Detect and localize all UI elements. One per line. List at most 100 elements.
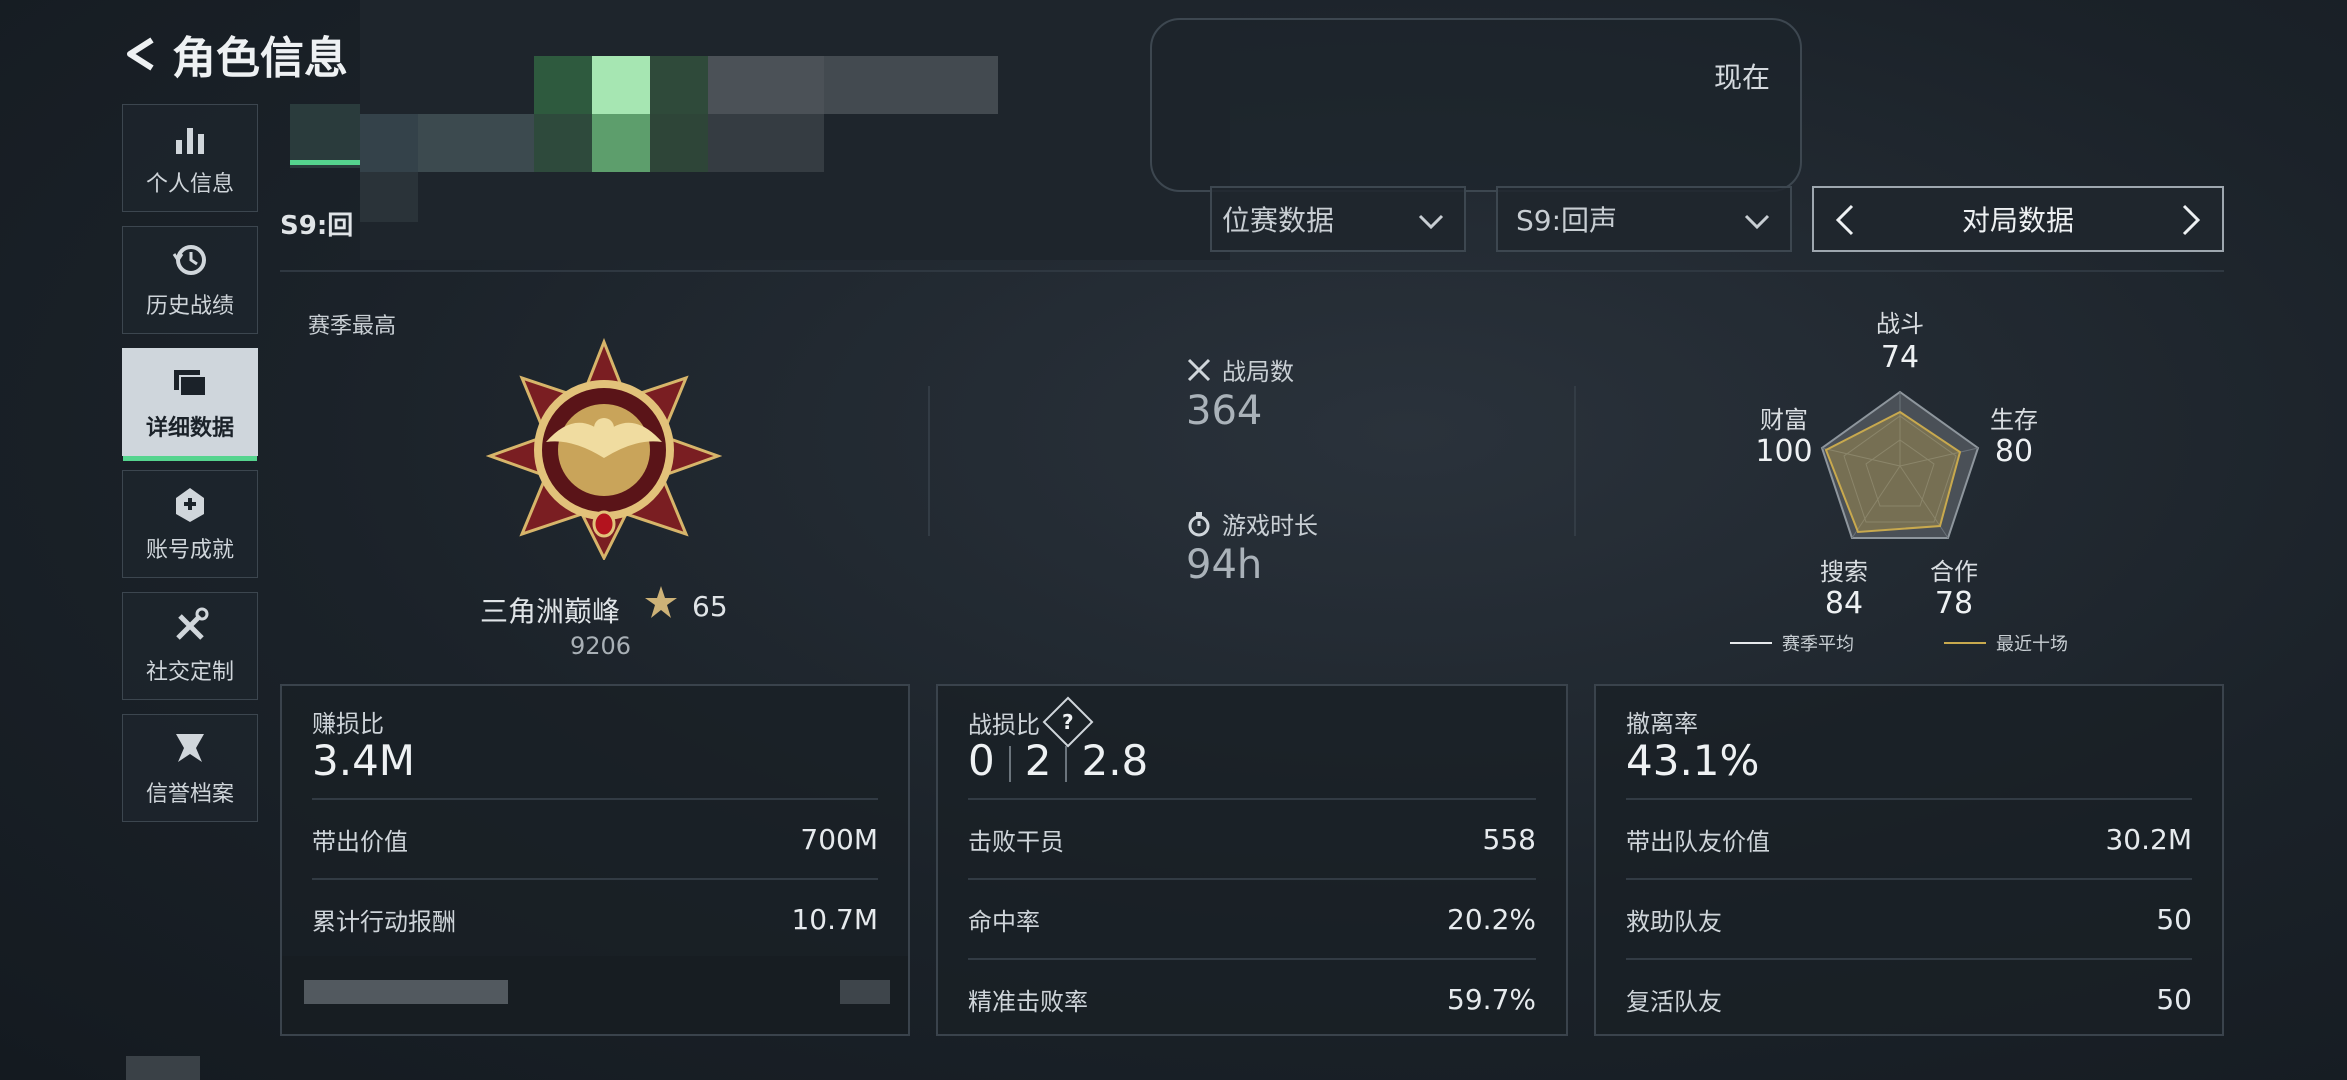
season-dropdown-value: S9:回声 [1516, 204, 1618, 237]
matches-label: 战局数 [1222, 358, 1294, 386]
back-arrow-icon[interactable] [122, 36, 158, 72]
sidebar-item-achievements[interactable]: 账号成就 [122, 470, 258, 578]
stopwatch-icon [1188, 511, 1210, 536]
censored-block [592, 56, 650, 114]
stat-row-label: 精准击败率 [968, 987, 1088, 1016]
extract-card: 撤离率 43.1% 带出队友价值 30.2M 救助队友 50 复活队友 50 [1594, 684, 2224, 1036]
folder-icon [174, 370, 207, 397]
sidebar-item-label: 信誉档案 [145, 782, 234, 807]
stat-row-value: 558 [1482, 822, 1536, 856]
kd-value-2: 2 [1024, 736, 1052, 785]
stat-row-value: 10.7M [791, 902, 878, 936]
bar-chart-icon [176, 128, 204, 154]
radar-survival-value: 80 [1994, 434, 2034, 469]
rank-score: 9206 [570, 632, 632, 660]
radar-search-value: 84 [1824, 586, 1864, 621]
season-filter-prefix[interactable]: S9:回 [280, 205, 353, 242]
season-best-label: 赛季最高 [308, 314, 397, 339]
profit-value: 3.4M [312, 736, 416, 785]
sidebar-item-label: 历史战绩 [145, 294, 234, 319]
divider [1574, 386, 1576, 536]
stat-row-value: 20.2% [1447, 902, 1536, 936]
divider [928, 386, 930, 536]
censored-block [840, 980, 890, 1004]
sidebar-item-detailed-data[interactable]: 详细数据 [122, 348, 258, 461]
legend-recent-label: 最近十场 [1996, 634, 2068, 655]
playtime-label: 游戏时长 [1222, 512, 1318, 540]
radar-wealth-label: 财富 [1760, 406, 1808, 434]
rank-name: 三角洲巅峰 [480, 595, 621, 628]
stat-row: 累计行动报酬 10.7M [312, 878, 878, 958]
censored-block [360, 114, 418, 172]
censored-block [126, 1056, 200, 1080]
stat-row-label: 救助队友 [1626, 907, 1722, 936]
extract-title: 撤离率 [1626, 704, 1698, 739]
divider [280, 270, 2224, 272]
stat-row-label: 带出队友价值 [1626, 827, 1770, 856]
stat-row-label: 命中率 [968, 907, 1040, 936]
radar-cooperation-value: 78 [1934, 586, 1974, 621]
radar-cooperation-label: 合作 [1930, 558, 1978, 586]
kd-values: 0 2 2.8 [968, 736, 1148, 785]
censored-block [708, 114, 824, 172]
stat-row-label: 复活队友 [1626, 987, 1722, 1016]
chevron-right-icon[interactable] [2172, 202, 2208, 238]
stat-row-value: 700M [800, 822, 878, 856]
sidebar-item-reputation[interactable]: 信誉档案 [122, 714, 258, 822]
chevron-left-icon[interactable] [1828, 202, 1864, 238]
censored-block [290, 104, 360, 168]
mode-dropdown[interactable]: 位赛数据 [1210, 186, 1466, 252]
stat-row: 命中率 20.2% [968, 878, 1536, 958]
achievement-icon [176, 488, 204, 522]
stat-row-value: 59.7% [1447, 982, 1536, 1016]
chevron-down-icon [1418, 214, 1444, 230]
page-title: 角色信息 [172, 33, 348, 84]
rank-stars: 65 [692, 590, 728, 623]
radar-chart [1820, 390, 1980, 539]
crossed-swords-icon [1187, 358, 1211, 381]
legend-season: 赛季平均 [1730, 630, 1854, 656]
shield-icon [176, 734, 204, 762]
playtime-value: 94h [1186, 542, 1263, 588]
season-dropdown[interactable]: S9:回声 [1496, 186, 1792, 252]
censored-block [534, 56, 592, 114]
censored-block [418, 114, 534, 172]
kd-value-1: 0 [968, 736, 995, 785]
extract-value: 43.1% [1626, 736, 1760, 785]
stat-row: 带出队友价值 30.2M [1626, 798, 2192, 878]
legend-season-line [1730, 642, 1772, 644]
legend-season-label: 赛季平均 [1782, 634, 1854, 655]
sidebar-item-label: 账号成就 [145, 538, 234, 563]
rank-medal-icon [486, 338, 722, 560]
sidebar-item-label: 社交定制 [145, 660, 234, 685]
censored-block [290, 160, 360, 165]
stat-row: 带出价值 700M [312, 798, 878, 878]
top-info-panel: 现在 [1150, 18, 1802, 192]
tools-icon [176, 607, 209, 640]
chevron-down-icon [1744, 214, 1770, 230]
star-icon [645, 586, 677, 618]
sidebar-item-social[interactable]: 社交定制 [122, 592, 258, 700]
stat-row: 复活队友 50 [1626, 958, 2192, 1038]
pager-label: 对局数据 [1961, 204, 2074, 237]
radar-wealth-value: 100 [1755, 434, 1813, 469]
extract-title-text: 撤离率 [1626, 710, 1698, 738]
matches-label-row: 战局数 [1186, 352, 1294, 387]
censored-block [650, 114, 708, 172]
sidebar-item-history[interactable]: 历史战绩 [122, 226, 258, 334]
matches-value: 364 [1186, 388, 1263, 434]
censored-block [304, 980, 508, 1004]
sidebar-item-personal-info[interactable]: 个人信息 [122, 104, 258, 212]
stat-row-label: 带出价值 [312, 827, 408, 856]
stat-row-value: 50 [2156, 982, 2192, 1016]
stat-row: 救助队友 50 [1626, 878, 2192, 958]
profit-title: 赚损比 [312, 704, 384, 739]
kd-separator [1008, 745, 1011, 782]
kd-value-3: 2.8 [1081, 736, 1149, 785]
censored-block [592, 114, 650, 172]
stat-row-label: 击败干员 [968, 827, 1064, 856]
legend-recent: 最近十场 [1944, 630, 2068, 656]
censored-block [650, 56, 708, 114]
radar-combat-value: 74 [1880, 340, 1920, 375]
legend-recent-line [1944, 642, 1986, 644]
